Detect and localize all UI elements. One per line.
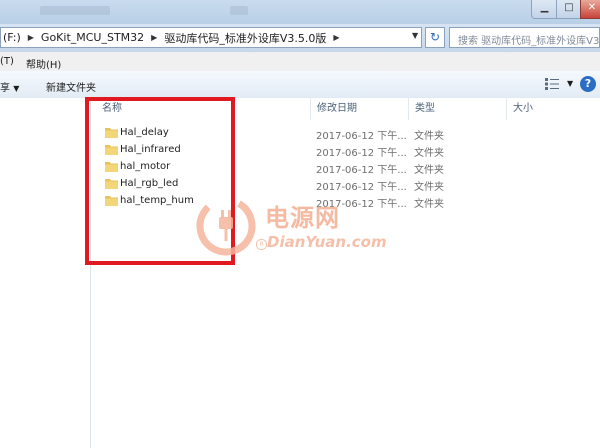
maximize-button[interactable]: □ bbox=[556, 0, 582, 19]
breadcrumb-separator-icon[interactable]: ▶ bbox=[328, 33, 344, 42]
breadcrumb-separator-icon[interactable]: ▶ bbox=[146, 33, 162, 42]
file-type: 文件夹 bbox=[414, 199, 444, 210]
breadcrumb-gokit[interactable]: GoKit_MCU_STM32 bbox=[39, 31, 146, 44]
watermark-registered-icon: R bbox=[256, 239, 267, 250]
address-dropdown-icon[interactable]: ▼ bbox=[412, 31, 418, 40]
breadcrumb-separator-icon[interactable]: ▶ bbox=[23, 33, 39, 42]
watermark-logo-icon bbox=[196, 196, 256, 256]
file-modified: 2017-06-12 下午... bbox=[316, 182, 407, 193]
refresh-button[interactable]: ↻ bbox=[425, 27, 445, 48]
column-header-type[interactable]: 类型 bbox=[409, 98, 507, 120]
file-type: 文件夹 bbox=[414, 165, 444, 176]
title-bar: ▁ □ ✕ bbox=[0, 0, 600, 24]
minimize-button[interactable]: ▁ bbox=[531, 0, 558, 19]
file-type: 文件夹 bbox=[414, 182, 444, 193]
column-header-size[interactable]: 大小 bbox=[507, 98, 600, 120]
file-modified: 2017-06-12 下午... bbox=[316, 165, 407, 176]
window-title-blurred-2 bbox=[230, 6, 248, 15]
menu-help[interactable]: 帮助(H) bbox=[26, 56, 61, 71]
window-title-blurred bbox=[40, 6, 110, 15]
watermark-text-cn: 电源网 bbox=[265, 204, 340, 232]
new-folder-button[interactable]: 新建文件夹 bbox=[46, 79, 96, 94]
file-modified: 2017-06-12 下午... bbox=[316, 148, 407, 159]
file-type: 文件夹 bbox=[414, 148, 444, 159]
file-type: 文件夹 bbox=[414, 131, 444, 142]
help-icon[interactable]: ? bbox=[580, 76, 596, 92]
share-button[interactable]: 享 ▼ bbox=[0, 79, 19, 94]
close-button[interactable]: ✕ bbox=[580, 0, 600, 19]
breadcrumb-current[interactable]: 驱动库代码_标准外设库V3.5.0版 bbox=[162, 30, 328, 46]
close-icon: ✕ bbox=[587, 2, 597, 13]
breadcrumb-drive[interactable]: (F:) bbox=[1, 31, 23, 44]
navigation-pane[interactable] bbox=[0, 98, 91, 448]
menu-tools[interactable]: (T) bbox=[0, 56, 14, 67]
maximize-icon: □ bbox=[564, 2, 574, 13]
toolbar: 享 ▼ 新建文件夹 ▼ ? bbox=[0, 71, 600, 99]
refresh-icon: ↻ bbox=[429, 30, 441, 44]
view-dropdown-icon[interactable]: ▼ bbox=[567, 79, 573, 88]
column-header-modified[interactable]: 修改日期 bbox=[311, 98, 409, 120]
menu-bar: (T) 帮助(H) bbox=[0, 52, 600, 71]
minimize-icon: ▁ bbox=[540, 2, 549, 13]
view-icon[interactable] bbox=[545, 78, 559, 90]
search-input[interactable]: 搜索 驱动库代码_标准外设库V3.5.0版 bbox=[449, 27, 600, 48]
file-modified: 2017-06-12 下午... bbox=[316, 131, 407, 142]
dropdown-icon: ▼ bbox=[13, 84, 20, 93]
address-row: (F:) ▶ GoKit_MCU_STM32 ▶ 驱动库代码_标准外设库V3.5… bbox=[0, 24, 600, 52]
address-bar[interactable]: (F:) ▶ GoKit_MCU_STM32 ▶ 驱动库代码_标准外设库V3.5… bbox=[0, 27, 422, 48]
watermark-text-en: DianYuan.com bbox=[267, 233, 387, 251]
